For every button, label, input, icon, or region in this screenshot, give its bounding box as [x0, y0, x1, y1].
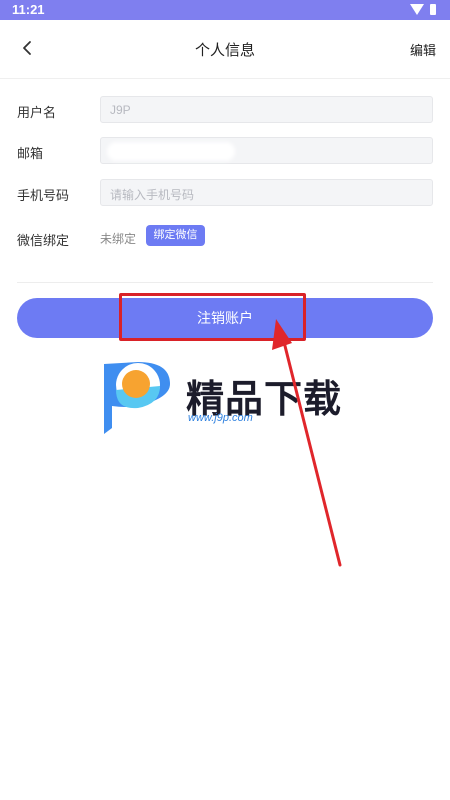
- brand-logo-icon: [104, 362, 170, 434]
- section-divider: [17, 282, 433, 283]
- username-label: 用户名: [17, 105, 57, 120]
- wechat-bind-status: 未绑定: [100, 232, 137, 246]
- wechat-label: 微信绑定: [17, 233, 70, 248]
- watermark-url: www.j9p.com: [188, 412, 253, 424]
- battery-icon: [430, 4, 436, 15]
- wifi-icon: [410, 4, 424, 15]
- top-nav-bar: 个人信息 编辑: [0, 20, 450, 79]
- phone-field[interactable]: 请输入手机号码: [100, 179, 433, 206]
- phone-label: 手机号码: [17, 188, 70, 203]
- status-bar: 11:21: [0, 0, 450, 20]
- email-field[interactable]: [100, 137, 433, 164]
- email-label: 邮箱: [17, 146, 44, 161]
- username-row: 用户名 J9P: [0, 96, 450, 124]
- status-icons: [410, 3, 440, 17]
- annotation-highlight-box: [119, 293, 306, 341]
- email-row: 邮箱: [0, 137, 450, 165]
- bind-wechat-button[interactable]: 绑定微信: [146, 225, 205, 246]
- wechat-row: 微信绑定 未绑定 绑定微信: [0, 224, 450, 252]
- status-time: 11:21: [12, 2, 45, 17]
- username-field[interactable]: J9P: [100, 96, 433, 123]
- page-title: 个人信息: [194, 42, 255, 59]
- phone-row: 手机号码 请输入手机号码: [0, 179, 450, 207]
- watermark: 精品下载 www.j9p.com: [98, 358, 358, 448]
- email-redaction-mask: [107, 142, 235, 161]
- edit-button[interactable]: 编辑: [410, 40, 436, 59]
